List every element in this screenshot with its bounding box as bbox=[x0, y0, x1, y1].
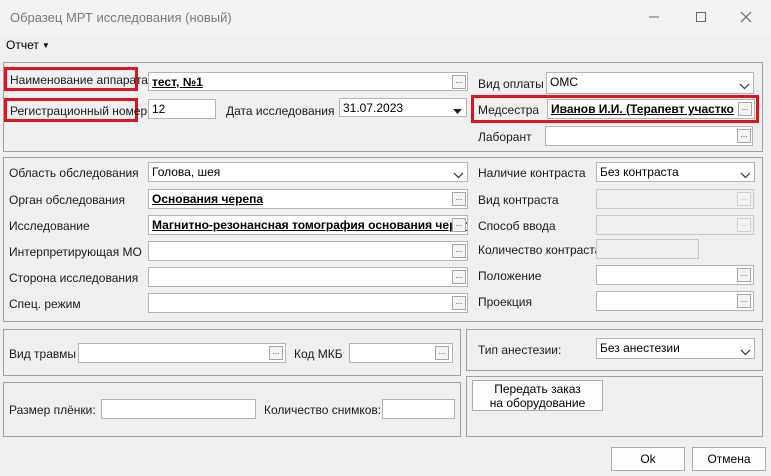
contrast-type-field[interactable] bbox=[596, 189, 754, 209]
count-field[interactable] bbox=[382, 399, 455, 419]
contrast-qty-label: Количество контраста bbox=[478, 243, 602, 257]
route-field[interactable] bbox=[596, 215, 754, 235]
contrast-chevron-down-icon[interactable] bbox=[740, 168, 751, 182]
route-label: Способ ввода bbox=[478, 219, 556, 233]
mode-field[interactable] bbox=[148, 293, 468, 313]
device-ellipsis-button[interactable]: ... bbox=[452, 75, 466, 89]
interpreting-field[interactable] bbox=[148, 241, 468, 261]
ok-button[interactable]: Ok bbox=[611, 447, 685, 471]
side-label: Сторона исследования bbox=[9, 271, 139, 285]
send-order-line1: Передать заказ bbox=[494, 381, 581, 396]
route-ellipsis-button[interactable]: ... bbox=[737, 218, 751, 232]
organ-ellipsis-button[interactable]: ... bbox=[452, 192, 466, 206]
anesthesia-chevron-down-icon[interactable] bbox=[740, 345, 751, 359]
payment-label: Вид оплаты bbox=[478, 77, 544, 91]
anesthesia-combo[interactable]: Без анестезии bbox=[596, 338, 755, 359]
menu-report[interactable]: Отчет ▼ bbox=[6, 38, 50, 52]
area-label: Область обследования bbox=[9, 166, 139, 180]
side-ellipsis-button[interactable]: ... bbox=[452, 270, 466, 284]
cancel-button[interactable]: Отмена bbox=[692, 447, 766, 471]
date-dropdown-icon[interactable] bbox=[453, 104, 462, 118]
position-field[interactable] bbox=[596, 265, 754, 285]
mkb-ellipsis-button[interactable]: ... bbox=[435, 346, 449, 360]
projection-ellipsis-button[interactable]: ... bbox=[737, 294, 751, 308]
anesthesia-label: Тип анестезии: bbox=[478, 343, 562, 357]
trauma-field[interactable] bbox=[78, 343, 286, 363]
interpreting-ellipsis-button[interactable]: ... bbox=[452, 244, 466, 258]
trauma-label: Вид травмы bbox=[9, 347, 77, 361]
trauma-ellipsis-button[interactable]: ... bbox=[269, 346, 283, 360]
send-order-line2: на оборудование bbox=[489, 395, 586, 410]
study-label: Исследование bbox=[9, 219, 90, 233]
send-order-button[interactable]: Передать заказ на оборудование bbox=[472, 380, 603, 411]
window-title: Образец МРТ исследования (новый) bbox=[10, 10, 232, 25]
nurse-field[interactable]: Иванов И.И. (Терапевт участко bbox=[547, 99, 755, 119]
menu-report-label: Отчет bbox=[6, 38, 39, 52]
lab-field[interactable] bbox=[545, 126, 753, 146]
contrast-type-ellipsis-button[interactable]: ... bbox=[737, 192, 751, 206]
device-field[interactable]: тест, №1 bbox=[148, 72, 468, 91]
projection-field[interactable] bbox=[596, 291, 754, 311]
dropdown-triangle-icon: ▼ bbox=[41, 41, 50, 50]
mode-label: Спец. режим bbox=[9, 297, 81, 311]
contrast-combo[interactable]: Без контраста bbox=[596, 162, 755, 182]
area-chevron-down-icon[interactable] bbox=[453, 168, 464, 182]
interpreting-label: Интерпретирующая МО bbox=[9, 245, 142, 259]
position-ellipsis-button[interactable]: ... bbox=[737, 268, 751, 282]
regnum-label: Регистрационный номер bbox=[10, 104, 148, 118]
contrast-label: Наличие контраста bbox=[478, 166, 586, 180]
position-label: Положение bbox=[478, 269, 542, 283]
mode-ellipsis-button[interactable]: ... bbox=[452, 296, 466, 310]
lab-ellipsis-button[interactable]: ... bbox=[737, 129, 751, 143]
study-ellipsis-button[interactable]: ... bbox=[452, 218, 466, 232]
nurse-label: Медсестра bbox=[478, 103, 540, 117]
maximize-icon[interactable] bbox=[686, 6, 716, 28]
count-label: Количество снимков: bbox=[264, 403, 382, 417]
side-field[interactable] bbox=[148, 267, 468, 287]
payment-chevron-down-icon[interactable] bbox=[739, 79, 750, 93]
film-field[interactable] bbox=[101, 399, 256, 419]
close-icon[interactable] bbox=[731, 6, 761, 28]
payment-combo[interactable]: ОМС bbox=[546, 72, 754, 94]
contrast-type-label: Вид контраста bbox=[478, 193, 559, 207]
nurse-ellipsis-button[interactable]: ... bbox=[738, 102, 752, 116]
regnum-field[interactable]: 12 bbox=[148, 99, 216, 119]
contrast-qty-field[interactable] bbox=[596, 239, 699, 259]
mkb-label: Код МКБ bbox=[294, 347, 343, 361]
device-label: Наименование аппарата bbox=[10, 73, 148, 87]
organ-label: Орган обследования bbox=[9, 193, 125, 207]
projection-label: Проекция bbox=[478, 295, 532, 309]
film-label: Размер плёнки: bbox=[9, 403, 96, 417]
organ-field[interactable]: Основания черепа bbox=[148, 189, 468, 209]
lab-label: Лаборант bbox=[478, 130, 532, 144]
date-label: Дата исследования bbox=[226, 104, 335, 118]
area-combo[interactable]: Голова, шея bbox=[148, 162, 468, 182]
study-field[interactable]: Магнитно-резонансная томография основани… bbox=[148, 215, 468, 235]
minimize-icon[interactable] bbox=[639, 6, 669, 28]
date-field[interactable]: 31.07.2023 bbox=[339, 98, 467, 117]
